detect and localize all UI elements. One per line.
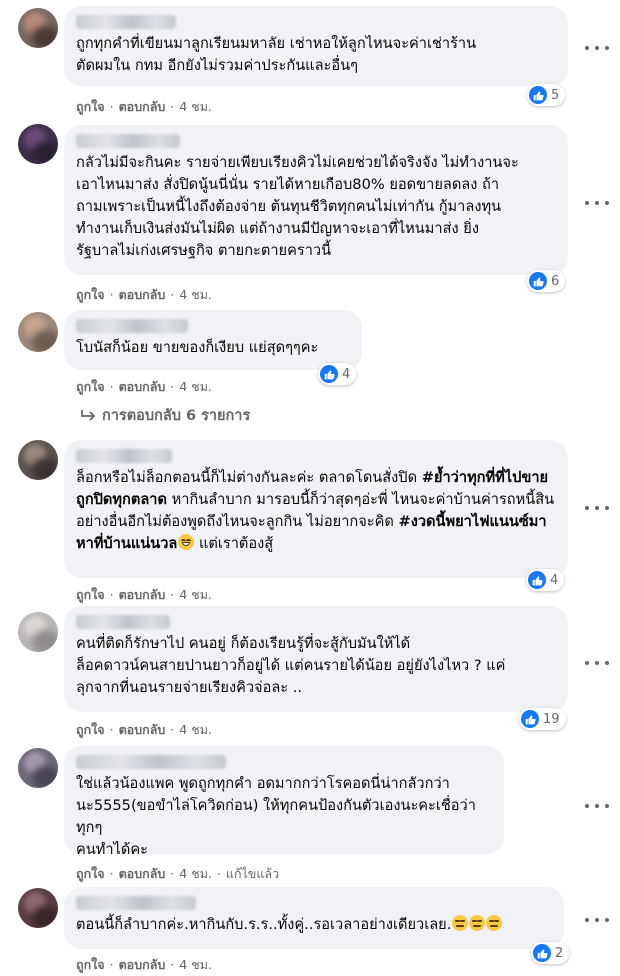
reaction-count: 19: [543, 711, 560, 727]
expressionless-emoji-icon: [486, 915, 503, 931]
author-name-blurred: [76, 319, 188, 333]
reply-link[interactable]: ตอบกลับ: [119, 866, 166, 881]
reply-arrow-icon: [81, 409, 96, 421]
avatar[interactable]: [18, 748, 58, 788]
comment-bubble: คนที่ติดก็รักษาไป คนอยู่ ก็ต้องเรียนรู้ท…: [64, 606, 568, 712]
comment-bubble: ถูกทุกคำที่เขียนมาลูกเรียนมหาลัย เช่าหอใ…: [64, 6, 568, 86]
view-replies-label: การตอบกลับ 6 รายการ: [102, 408, 251, 424]
comment-actions: ถูกใจ · ตอบกลับ · 4 ชม.: [76, 722, 212, 737]
comment-actions: ถูกใจ · ตอบกลับ · 4 ชม.: [76, 587, 212, 602]
author-name-blurred: [76, 449, 172, 463]
more-options-icon[interactable]: [585, 653, 609, 673]
more-options-icon[interactable]: [585, 38, 609, 58]
author-name-blurred: [76, 755, 226, 769]
reaction-count: 6: [551, 273, 560, 289]
comment-text: ใช่แล้วน้องแพค พูดถูกทุกคำ อดมากกว่าโรคอ…: [76, 775, 476, 858]
like-reaction-icon: [529, 272, 547, 290]
reaction-count: 4: [342, 366, 351, 382]
avatar[interactable]: [18, 612, 58, 652]
reaction-summary[interactable]: 19: [519, 708, 566, 730]
like-link[interactable]: ถูกใจ: [76, 722, 105, 737]
author-name-blurred: [76, 134, 180, 148]
reply-link[interactable]: ตอบกลับ: [119, 99, 166, 114]
comment-bubble: ล็อกหรือไม่ล็อกตอนนี้ก็ไม่ต่างกันละค่ะ ต…: [64, 440, 568, 578]
view-replies-link[interactable]: การตอบกลับ 6 รายการ: [80, 404, 250, 427]
comment-actions: ถูกใจ · ตอบกลับ · 4 ชม.: [76, 379, 212, 394]
like-reaction-icon: [533, 944, 551, 962]
avatar[interactable]: [18, 888, 58, 928]
like-link[interactable]: ถูกใจ: [76, 957, 105, 972]
like-reaction-icon: [521, 710, 539, 728]
reaction-count: 5: [551, 87, 560, 103]
comment-text: โบนัสก็น้อย ขายของก็เงียบ แย่สุดๆๆคะ: [76, 339, 319, 356]
reaction-count: 2: [555, 945, 564, 961]
expressionless-emoji-icon: [469, 915, 486, 931]
comment-text: คนที่ติดก็รักษาไป คนอยู่ ก็ต้องเรียนรู้ท…: [76, 635, 506, 696]
like-reaction-icon: [528, 571, 546, 589]
timestamp[interactable]: 4 ชม.: [179, 587, 212, 602]
more-options-icon[interactable]: [585, 910, 609, 930]
comment-actions: ถูกใจ · ตอบกลับ · 4 ชม. · แก้ไขแล้ว: [76, 866, 280, 881]
reply-link[interactable]: ตอบกลับ: [119, 587, 166, 602]
author-name-blurred: [76, 615, 170, 629]
timestamp[interactable]: 4 ชม.: [179, 957, 212, 972]
avatar[interactable]: [18, 8, 58, 48]
grinning-emoji-icon: [178, 534, 195, 550]
like-reaction-icon: [320, 365, 338, 383]
reaction-count: 4: [550, 572, 559, 588]
comment-bubble: ใช่แล้วน้องแพค พูดถูกทุกคำ อดมากกว่าโรคอ…: [64, 746, 504, 858]
comment-actions: ถูกใจ · ตอบกลับ · 4 ชม.: [76, 957, 212, 972]
reply-link[interactable]: ตอบกลับ: [119, 957, 166, 972]
reaction-summary[interactable]: 5: [527, 84, 566, 106]
avatar[interactable]: [18, 124, 58, 164]
comment-actions: ถูกใจ · ตอบกลับ · 4 ชม.: [76, 287, 212, 302]
avatar[interactable]: [18, 312, 58, 352]
comment-bubble: ตอนนี้ก็ลำบากค่ะ.หากินกับ.ร.ร..ทั้งคู่..…: [64, 887, 564, 949]
reply-link[interactable]: ตอบกลับ: [119, 722, 166, 737]
reaction-summary[interactable]: 6: [527, 270, 566, 292]
like-link[interactable]: ถูกใจ: [76, 587, 105, 602]
avatar[interactable]: [18, 440, 58, 480]
timestamp[interactable]: 4 ชม.: [179, 722, 212, 737]
expressionless-emoji-icon: [452, 915, 469, 931]
like-link[interactable]: ถูกใจ: [76, 866, 105, 881]
more-options-icon[interactable]: [585, 796, 609, 816]
timestamp[interactable]: 4 ชม.: [179, 866, 212, 881]
more-options-icon[interactable]: [585, 498, 609, 518]
like-reaction-icon: [529, 86, 547, 104]
author-name-blurred: [76, 896, 196, 910]
reply-link[interactable]: ตอบกลับ: [119, 379, 166, 394]
comment-actions: ถูกใจ · ตอบกลับ · 4 ชม.: [76, 99, 212, 114]
like-link[interactable]: ถูกใจ: [76, 287, 105, 302]
reply-link[interactable]: ตอบกลับ: [119, 287, 166, 302]
reaction-summary[interactable]: 2: [531, 942, 570, 964]
comment-text: ถูกทุกคำที่เขียนมาลูกเรียนมหาลัย เช่าหอใ…: [76, 35, 477, 74]
reaction-summary[interactable]: 4: [526, 569, 565, 591]
timestamp[interactable]: 4 ชม.: [179, 287, 212, 302]
comment-text: ตอนนี้ก็ลำบากค่ะ.หากินกับ.ร.ร..ทั้งคู่..…: [76, 914, 552, 936]
comment-bubble: กลัวไม่มีจะกินคะ รายจ่ายเพียบเรียงคิวไม่…: [64, 125, 568, 275]
comment-text: ล็อกหรือไม่ล็อกตอนนี้ก็ไม่ต่างกันละค่ะ ต…: [76, 469, 555, 552]
author-name-blurred: [76, 15, 176, 29]
edited-label[interactable]: แก้ไขแล้ว: [226, 866, 279, 881]
timestamp[interactable]: 4 ชม.: [179, 379, 212, 394]
more-options-icon[interactable]: [585, 193, 609, 213]
like-link[interactable]: ถูกใจ: [76, 99, 105, 114]
reaction-summary[interactable]: 4: [318, 363, 357, 385]
timestamp[interactable]: 4 ชม.: [179, 99, 212, 114]
comment-text: กลัวไม่มีจะกินคะ รายจ่ายเพียบเรียงคิวไม่…: [76, 154, 519, 259]
comment-bubble: โบนัสก็น้อย ขายของก็เงียบ แย่สุดๆๆคะ: [64, 310, 362, 370]
like-link[interactable]: ถูกใจ: [76, 379, 105, 394]
